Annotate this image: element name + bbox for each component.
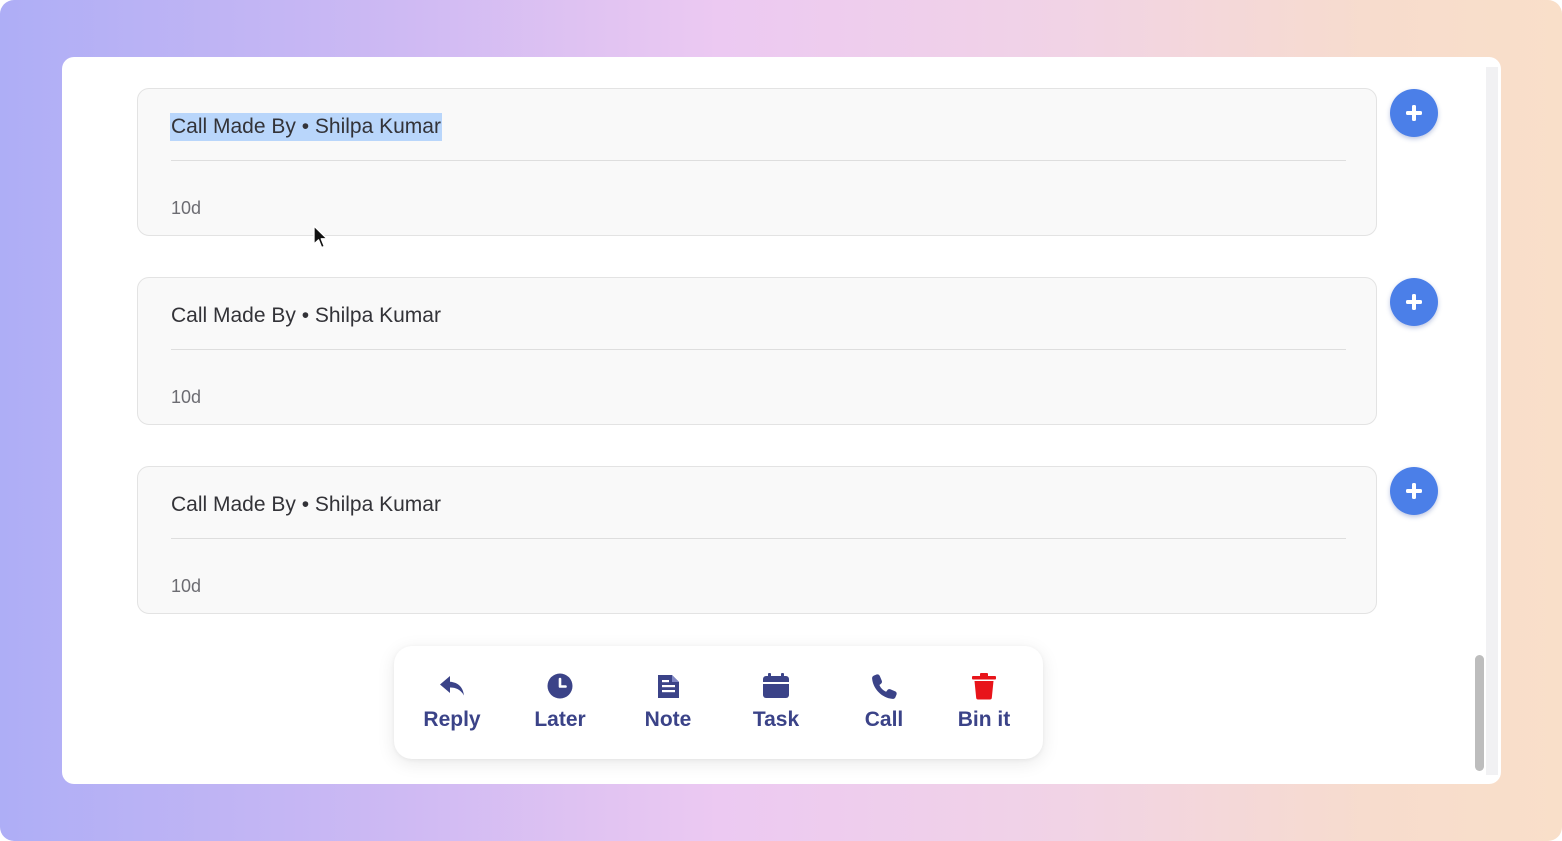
- task-label: Task: [752, 708, 800, 731]
- background-gradient: Call Made By • Shilpa Kumar 10d Call Mad…: [0, 0, 1562, 841]
- scrollbar-thumb[interactable]: [1475, 655, 1484, 771]
- action-bar: Reply Later Note Task Call Bin it: [394, 646, 1043, 759]
- plus-icon: [1406, 483, 1422, 499]
- activity-card[interactable]: Call Made By • Shilpa Kumar 10d: [137, 88, 1377, 236]
- card-title: Call Made By • Shilpa Kumar: [171, 493, 441, 516]
- activity-card[interactable]: Call Made By • Shilpa Kumar 10d: [137, 277, 1377, 425]
- note-button[interactable]: Note: [618, 646, 718, 759]
- call-button[interactable]: Call: [834, 646, 934, 759]
- card-timestamp: 10d: [171, 198, 202, 218]
- reply-label: Reply: [423, 708, 481, 731]
- scrollbar-track[interactable]: [1486, 67, 1498, 775]
- activity-card[interactable]: Call Made By • Shilpa Kumar 10d: [137, 466, 1377, 614]
- plus-icon: [1406, 294, 1422, 310]
- note-icon: [658, 675, 679, 698]
- later-button[interactable]: Later: [510, 646, 610, 759]
- task-button[interactable]: Task: [726, 646, 826, 759]
- plus-icon: [1406, 105, 1422, 121]
- app-window: Call Made By • Shilpa Kumar 10d Call Mad…: [62, 57, 1501, 784]
- later-label: Later: [534, 708, 586, 731]
- add-button[interactable]: [1390, 278, 1438, 326]
- reply-icon: [440, 676, 464, 696]
- call-label: Call: [864, 708, 904, 731]
- card-divider: [171, 349, 1346, 350]
- note-label: Note: [644, 708, 692, 731]
- add-button[interactable]: [1390, 467, 1438, 515]
- card-timestamp: 10d: [171, 576, 202, 596]
- bin-it-button[interactable]: Bin it: [934, 646, 1034, 759]
- reply-button[interactable]: Reply: [402, 646, 502, 759]
- mouse-cursor-icon: [313, 225, 328, 249]
- card-timestamp: 10d: [171, 387, 202, 407]
- trash-icon: [972, 673, 996, 700]
- card-divider: [171, 538, 1346, 539]
- card-title: Call Made By • Shilpa Kumar: [171, 304, 441, 327]
- clock-icon: [547, 673, 573, 699]
- card-title: Call Made By • Shilpa Kumar: [170, 113, 442, 141]
- bin-it-label: Bin it: [957, 708, 1011, 731]
- calendar-icon: [763, 673, 789, 698]
- phone-icon: [872, 674, 897, 699]
- add-button[interactable]: [1390, 89, 1438, 137]
- card-divider: [171, 160, 1346, 161]
